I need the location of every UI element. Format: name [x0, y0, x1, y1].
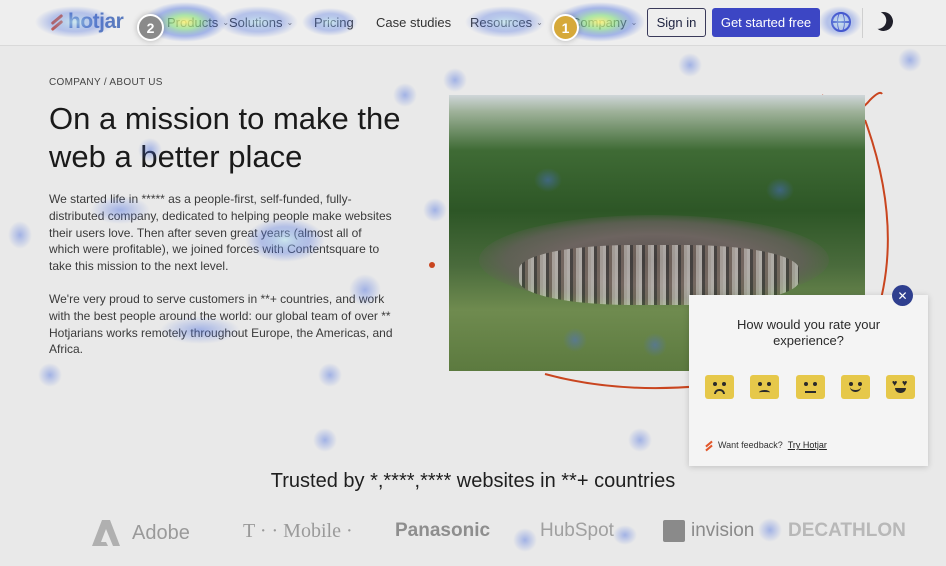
brand-panasonic: Panasonic: [395, 520, 491, 541]
hotjar-mini-icon: [705, 440, 713, 451]
feedback-footer-text: Want feedback?: [718, 440, 783, 450]
nav-item-resources[interactable]: Resources ⌄: [470, 15, 543, 30]
neutral-face-icon[interactable]: [795, 375, 825, 399]
chevron-down-icon: ⌄: [222, 18, 230, 27]
feedback-widget: How would you rate your experience? ♥ ♥ …: [689, 295, 928, 466]
brand-name: invision: [691, 520, 755, 541]
breadcrumb: COMPANY / ABOUT US: [49, 77, 163, 88]
feedback-question: How would you rate your experience?: [736, 317, 881, 348]
team-paragraph: We're very proud to serve customers in *…: [49, 292, 393, 357]
chevron-down-icon: ⌄: [536, 18, 543, 27]
nav-item-label: Pricing: [314, 15, 354, 30]
close-icon[interactable]: ✕: [892, 285, 913, 306]
chevron-down-icon: ⌄: [286, 18, 294, 27]
nav-item-label: Case studies: [376, 15, 452, 30]
hotjar-logo[interactable]: hotjar: [48, 10, 124, 34]
page-title: On a mission to make the web a better pl…: [49, 101, 401, 174]
nav-item-label: Resources: [470, 15, 533, 30]
moon-icon[interactable]: [871, 9, 895, 33]
globe-icon[interactable]: [831, 12, 851, 32]
trusted-heading: Trusted by *,****,**** websites in **+ c…: [270, 470, 676, 492]
brand-hubspot: HubSpot: [540, 520, 614, 541]
feedback-footer: Want feedback? Try Hotjar: [705, 440, 827, 451]
nav-divider: [862, 8, 863, 38]
click-marker-1: 1: [552, 14, 579, 41]
adobe-logo-icon: [92, 520, 120, 546]
sad-face-icon[interactable]: [750, 375, 780, 399]
logo-text: hotjar: [68, 10, 124, 33]
chevron-down-icon: ⌄: [630, 18, 638, 27]
nav-item-solutions[interactable]: Solutions ⌄: [229, 15, 293, 30]
sign-in-button[interactable]: Sign in: [647, 8, 706, 37]
happy-face-icon[interactable]: [840, 375, 870, 399]
nav-item-products[interactable]: Products ⌄: [167, 15, 229, 30]
try-hotjar-link[interactable]: Try Hotjar: [788, 440, 827, 450]
nav-item-pricing[interactable]: Pricing: [314, 15, 354, 30]
brand-adobe: Adobe: [92, 520, 190, 546]
intro-paragraph: We started life in ***** as a people-fir…: [49, 192, 392, 274]
angry-face-icon[interactable]: [705, 375, 734, 399]
invision-logo-icon: [663, 520, 685, 542]
click-marker-2: 2: [137, 14, 164, 41]
love-face-icon[interactable]: ♥ ♥: [886, 375, 915, 399]
nav-item-case-studies[interactable]: Case studies: [376, 15, 451, 30]
get-started-button[interactable]: Get started free: [712, 8, 820, 37]
brand-decathlon: DECATHLON: [788, 520, 906, 541]
nav-item-label: Solutions: [229, 15, 283, 30]
brand-name: Adobe: [132, 521, 190, 544]
nav-item-label: Company: [571, 15, 627, 30]
rating-faces: ♥ ♥: [705, 375, 915, 399]
brand-tmobile: T · · Mobile ·: [243, 520, 353, 542]
hotjar-flame-icon: [48, 12, 64, 32]
nav-item-company[interactable]: Company ⌄: [571, 15, 637, 30]
brand-invision: invision: [663, 520, 754, 542]
nav-item-label: Products: [167, 15, 219, 30]
